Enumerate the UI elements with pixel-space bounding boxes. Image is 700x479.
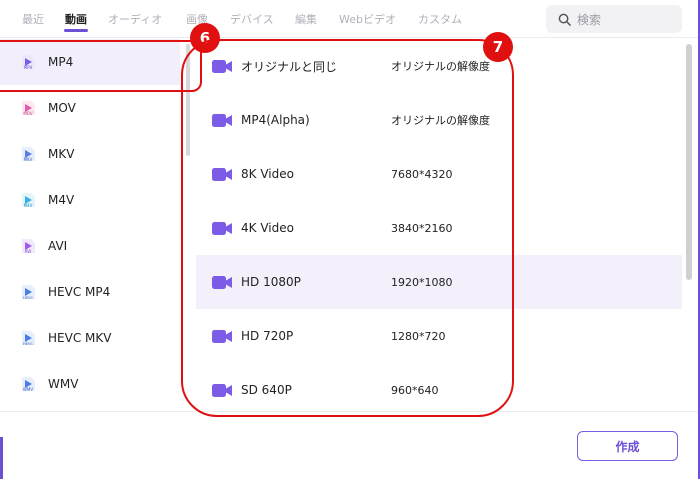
annotation-box-6 xyxy=(0,40,202,92)
tab-video[interactable]: 動画 xyxy=(65,11,87,27)
m4v-file-icon: M4V xyxy=(20,192,36,208)
format-label: MKV xyxy=(48,147,75,161)
search-placeholder: 検索 xyxy=(577,12,602,27)
hevc-file-icon: HEVC xyxy=(20,284,36,300)
preset-list-scrollbar[interactable] xyxy=(686,44,692,280)
mkv-file-icon: MKV xyxy=(20,146,36,162)
format-item-wmv[interactable]: WMV WMV xyxy=(0,361,180,407)
format-item-avi[interactable]: AVI AVI xyxy=(0,223,180,269)
format-item-mkv[interactable]: MKV MKV xyxy=(0,131,180,177)
category-tabs: 最近 動画 オーディオ 画像 デバイス 編集 Webビデオ カスタム 検索 xyxy=(0,0,700,38)
format-item-hevc-mkv[interactable]: HEVC HEVC MKV xyxy=(0,315,180,361)
active-tab-indicator xyxy=(64,29,88,32)
tab-device[interactable]: デバイス xyxy=(230,11,274,27)
export-format-panel: 最近 動画 オーディオ 画像 デバイス 編集 Webビデオ カスタム 検索 MP… xyxy=(0,0,700,479)
tab-edit[interactable]: 編集 xyxy=(295,11,317,27)
format-icon-text: MKV xyxy=(24,157,33,162)
format-label: HEVC MKV xyxy=(48,331,112,345)
annotation-box-7 xyxy=(181,39,514,417)
annotation-badge-7: 7 xyxy=(483,32,513,62)
tab-audio[interactable]: オーディオ xyxy=(108,11,162,27)
window-edge xyxy=(0,437,3,479)
format-label: AVI xyxy=(48,239,68,253)
hevc-file-icon: HEVC xyxy=(20,330,36,346)
format-label: WMV xyxy=(48,377,79,391)
avi-file-icon: AVI xyxy=(20,238,36,254)
format-icon-text: HEVC xyxy=(23,296,33,300)
create-button[interactable]: 作成 xyxy=(577,431,678,461)
format-icon-text: AVI xyxy=(25,249,31,254)
format-label: HEVC MP4 xyxy=(48,285,111,299)
format-icon-text: MOV xyxy=(23,111,33,116)
format-label: M4V xyxy=(48,193,75,207)
format-icon-text: M4V xyxy=(24,203,33,208)
format-icon-text: WMV xyxy=(23,387,33,392)
tab-recent[interactable]: 最近 xyxy=(22,11,44,27)
tab-web-video[interactable]: Webビデオ xyxy=(339,11,396,27)
search-input[interactable]: 検索 xyxy=(546,5,682,33)
search-icon xyxy=(558,13,571,26)
wmv-file-icon: WMV xyxy=(20,376,36,392)
format-icon-text: HEVC xyxy=(23,342,33,346)
format-label: MOV xyxy=(48,101,76,115)
format-list: MP4 MP4 MOV MOV MKV MKV M4V M4V AVI AVI … xyxy=(0,39,196,411)
mov-file-icon: MOV xyxy=(20,100,36,116)
format-item-m4v[interactable]: M4V M4V xyxy=(0,177,180,223)
format-item-hevc-mp4[interactable]: HEVC HEVC MP4 xyxy=(0,269,180,315)
tab-custom[interactable]: カスタム xyxy=(418,11,462,27)
